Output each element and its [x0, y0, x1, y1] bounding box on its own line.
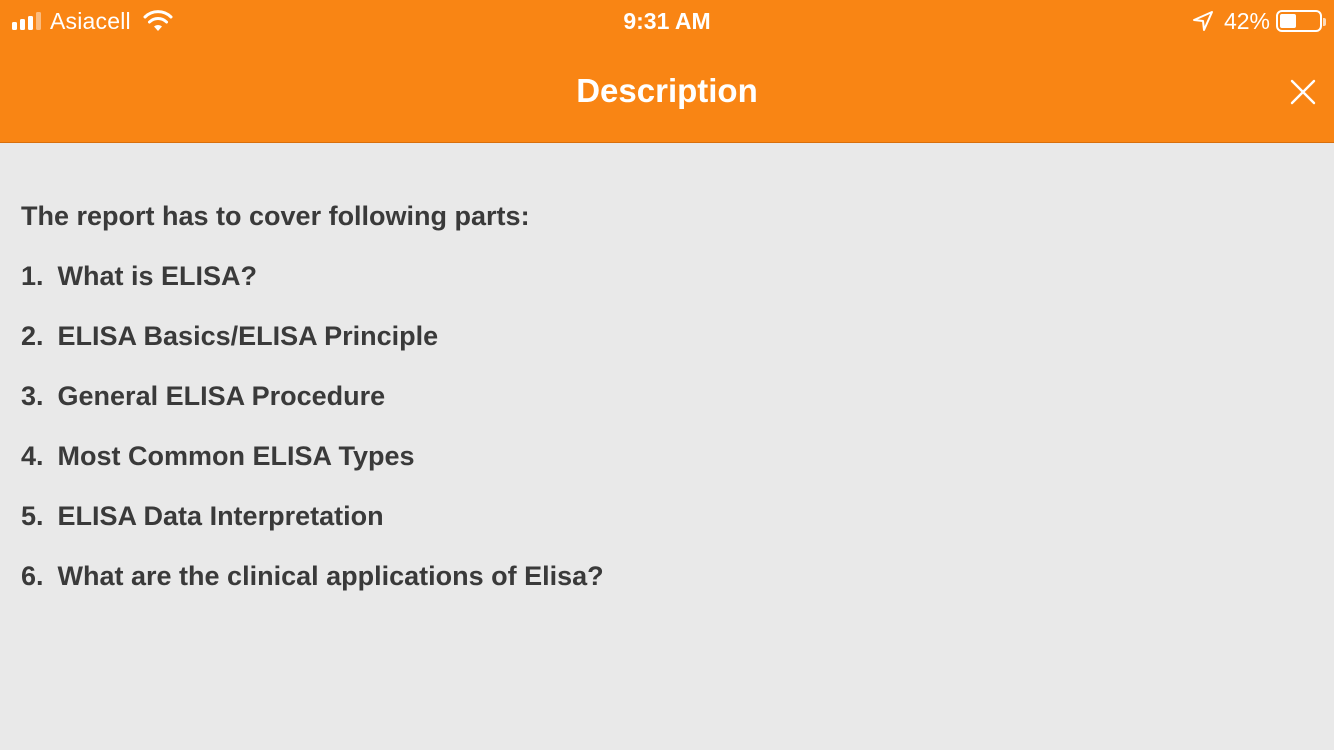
location-arrow-icon	[1192, 11, 1213, 31]
list-item: 2. ELISA Basics/ELISA Principle	[21, 315, 1311, 357]
carrier-name: Asiacell	[50, 7, 131, 34]
list-item-text: General ELISA Procedure	[57, 381, 386, 411]
description-intro: The report has to cover following parts:	[21, 201, 530, 231]
list-item-text: What are the clinical applications of El…	[57, 561, 604, 591]
close-button[interactable]	[1281, 70, 1325, 114]
battery-level	[1280, 14, 1296, 28]
list-item: 4. Most Common ELISA Types	[21, 435, 1311, 477]
signal-bars-icon	[12, 12, 41, 30]
battery-icon	[1276, 10, 1326, 32]
list-item-text: ELISA Basics/ELISA Principle	[57, 321, 439, 351]
parts-list: 1. What is ELISA? 2. ELISA Basics/ELISA Pri…	[21, 255, 1311, 597]
status-left: Asiacell	[12, 7, 173, 35]
battery-percent: 42%	[1223, 7, 1270, 34]
list-item-number: 6.	[21, 561, 44, 591]
header: Asiacell 9:31 AM 42% Description	[0, 0, 1334, 143]
page-title: Description	[576, 72, 758, 109]
status-time: 9:31 AM	[623, 8, 711, 34]
list-item: 1. What is ELISA?	[21, 255, 1311, 297]
list-item: 3. General ELISA Procedure	[21, 375, 1311, 417]
list-item-text: What is ELISA?	[57, 261, 258, 291]
status-bar: Asiacell 9:31 AM 42%	[0, 0, 1334, 42]
list-item-number: 1.	[21, 261, 44, 291]
list-item-number: 3.	[21, 381, 44, 411]
wifi-icon	[143, 10, 173, 31]
list-item-number: 2.	[21, 321, 44, 351]
list-item: 6. What are the clinical applications of …	[21, 555, 1311, 597]
list-item-text: ELISA Data Interpretation	[57, 501, 384, 531]
list-item: 5. ELISA Data Interpretation	[21, 495, 1311, 537]
list-item-number: 4.	[21, 441, 44, 471]
close-icon	[1290, 79, 1316, 105]
list-item-text: Most Common ELISA Types	[57, 441, 415, 471]
battery-tip	[1323, 18, 1326, 26]
list-item-number: 5.	[21, 501, 44, 531]
description-content: The report has to cover following parts:…	[21, 195, 1311, 615]
status-right: 42%	[1192, 7, 1326, 35]
